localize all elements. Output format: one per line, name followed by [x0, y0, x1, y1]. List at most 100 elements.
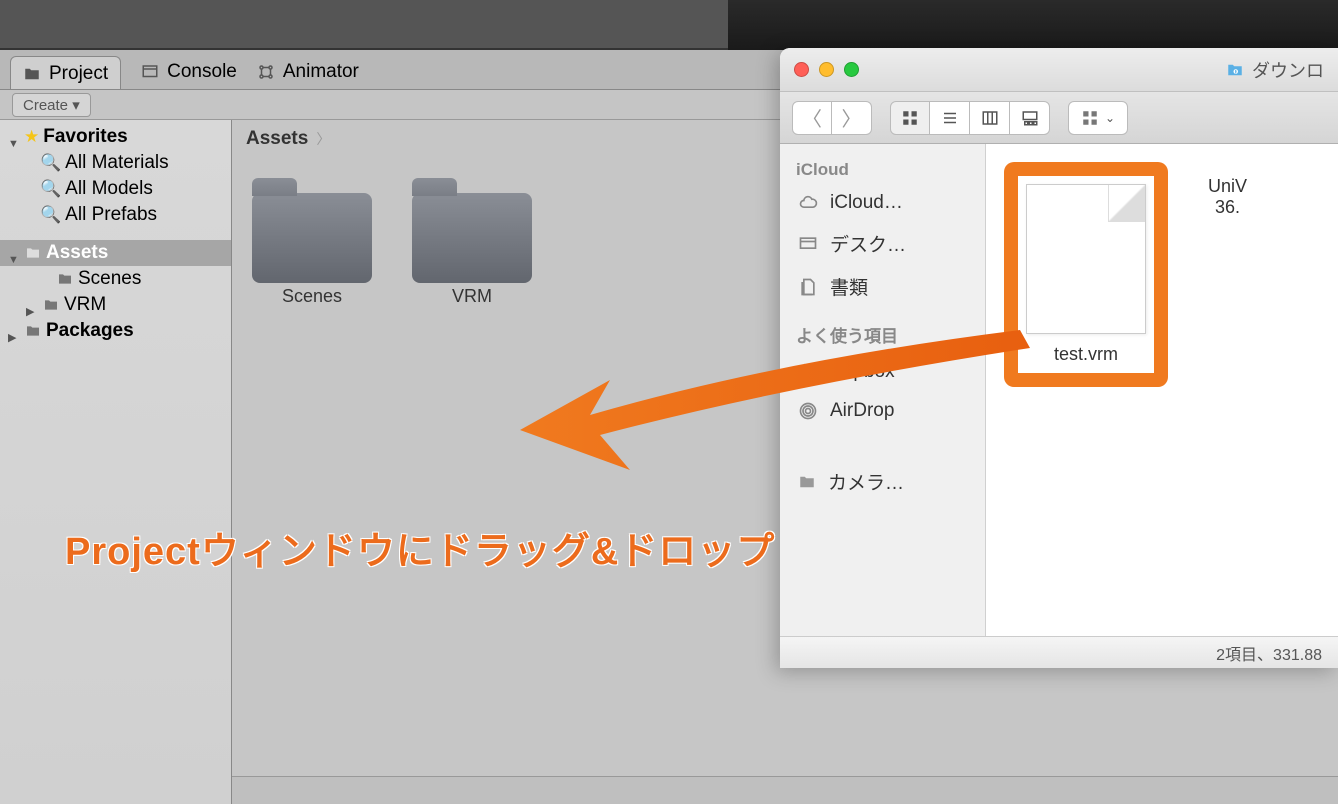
animator-icon	[257, 63, 275, 81]
folder-icon	[412, 178, 532, 278]
sidebar-item-label: Dropbox	[823, 361, 895, 383]
folder-icon	[796, 473, 818, 491]
tab-project-label: Project	[49, 63, 108, 85]
folder-icon	[42, 297, 60, 313]
chevron-right-icon[interactable]	[26, 299, 38, 311]
section-favorites: よく使う項目	[780, 318, 985, 351]
folder-item-scenes[interactable]: Scenes	[252, 178, 372, 307]
search-icon: 🔍	[40, 205, 61, 225]
tree-fav-all-prefabs[interactable]: 🔍 All Prefabs	[0, 202, 231, 228]
search-icon: 🔍	[40, 153, 61, 173]
finder-titlebar[interactable]: ダウンロ	[780, 48, 1338, 92]
document-icon	[1026, 184, 1146, 334]
sidebar-item-label: AirDrop	[830, 400, 894, 422]
tree-child-label: Scenes	[78, 268, 141, 290]
console-icon	[141, 63, 159, 81]
list-icon	[941, 109, 959, 127]
close-button[interactable]	[794, 62, 809, 77]
tab-animator-label: Animator	[283, 61, 359, 83]
dropbox-icon: ✧	[796, 359, 813, 384]
finder-content[interactable]: test.vrm UniV 36.	[986, 144, 1338, 636]
search-icon: 🔍	[40, 179, 61, 199]
columns-icon	[981, 109, 999, 127]
assets-label: Assets	[46, 242, 108, 264]
sidebar-item-label: iCloud…	[830, 192, 903, 214]
fav-label: All Models	[65, 178, 153, 200]
file-label: UniV	[1208, 176, 1247, 197]
view-gallery-button[interactable]	[1010, 101, 1050, 135]
minimize-button[interactable]	[819, 62, 834, 77]
finder-window: ダウンロ 〈 〉 ⌄ iCloud	[780, 48, 1338, 668]
fav-label: All Materials	[65, 152, 168, 174]
create-button[interactable]: Create ▾	[12, 93, 91, 117]
sidebar-item-documents[interactable]: 書類	[780, 265, 985, 308]
chevron-down-icon[interactable]	[8, 131, 20, 143]
tree-scenes[interactable]: Scenes	[0, 266, 231, 292]
file-label: test.vrm	[1054, 344, 1118, 365]
section-icloud: iCloud	[780, 156, 985, 184]
tab-console[interactable]: Console	[141, 55, 237, 89]
sidebar-item-icloud[interactable]: iCloud…	[780, 184, 985, 222]
breadcrumb-root: Assets	[246, 128, 308, 150]
folder-label: VRM	[452, 286, 492, 307]
forward-button[interactable]: 〉	[832, 101, 872, 135]
documents-icon	[796, 277, 820, 297]
tree-favorites[interactable]: ★ Favorites	[0, 124, 231, 150]
sidebar-item-dropbox[interactable]: ✧ Dropbox	[780, 351, 985, 392]
favorites-label: Favorites	[43, 126, 127, 148]
file-item-test-vrm[interactable]: test.vrm	[1004, 162, 1168, 387]
view-icons-button[interactable]	[890, 101, 930, 135]
finder-sidebar: iCloud iCloud… デスク… 書類 よく使う項目 ✧ Dropbox …	[780, 144, 986, 636]
status-text: 2項目、331.88	[1216, 641, 1322, 665]
chevron-down-icon[interactable]	[8, 247, 20, 259]
project-tree: ★ Favorites 🔍 All Materials 🔍 All Models…	[0, 120, 232, 804]
sidebar-item-label: デスク…	[830, 230, 906, 257]
tree-assets[interactable]: Assets	[0, 240, 231, 266]
tab-animator[interactable]: Animator	[257, 55, 359, 89]
file-label-2: 36.	[1208, 197, 1247, 218]
arrange-button[interactable]: ⌄	[1068, 101, 1128, 135]
zoom-button[interactable]	[844, 62, 859, 77]
finder-body: iCloud iCloud… デスク… 書類 よく使う項目 ✧ Dropbox …	[780, 144, 1338, 636]
finder-title: ダウンロ	[1224, 57, 1324, 83]
tree-vrm[interactable]: VRM	[0, 292, 231, 318]
grid-icon	[1081, 109, 1099, 127]
chevron-right-icon: 〉	[316, 129, 330, 149]
gallery-icon	[1021, 109, 1039, 127]
nav-buttons: 〈 〉	[792, 101, 872, 135]
folder-icon	[24, 245, 42, 261]
view-mode-group	[890, 101, 1050, 135]
tree-fav-all-models[interactable]: 🔍 All Models	[0, 176, 231, 202]
view-list-button[interactable]	[930, 101, 970, 135]
folder-icon	[23, 65, 41, 83]
folder-item-vrm[interactable]: VRM	[412, 178, 532, 307]
finder-title-text: ダウンロ	[1252, 57, 1324, 83]
file-item-univrm[interactable]: UniV 36.	[1208, 176, 1247, 218]
airdrop-icon	[796, 401, 820, 421]
sidebar-item-desktop[interactable]: デスク…	[780, 222, 985, 265]
window-controls	[794, 62, 859, 77]
sidebar-item-airdrop[interactable]: AirDrop	[780, 392, 985, 430]
downloads-folder-icon	[1224, 61, 1246, 79]
chevron-down-icon: ⌄	[1105, 111, 1115, 125]
folder-icon	[56, 271, 74, 287]
tree-packages[interactable]: Packages	[0, 318, 231, 344]
tab-project[interactable]: Project	[10, 56, 121, 89]
desktop-icon	[796, 234, 820, 254]
project-statusbar	[232, 776, 1338, 804]
tab-console-label: Console	[167, 61, 237, 83]
sidebar-item-camera[interactable]: カメラ…	[780, 460, 985, 503]
tree-fav-all-materials[interactable]: 🔍 All Materials	[0, 150, 231, 176]
folder-icon	[252, 178, 372, 278]
cloud-icon	[796, 193, 820, 213]
fav-label: All Prefabs	[65, 204, 157, 226]
scene-view-strip	[728, 0, 1338, 50]
view-columns-button[interactable]	[970, 101, 1010, 135]
back-button[interactable]: 〈	[792, 101, 832, 135]
packages-label: Packages	[46, 320, 134, 342]
sidebar-item-label: カメラ…	[828, 468, 904, 495]
chevron-right-icon[interactable]	[8, 325, 20, 337]
grid-icon	[901, 109, 919, 127]
folder-label: Scenes	[282, 286, 342, 307]
star-icon: ★	[24, 127, 39, 147]
